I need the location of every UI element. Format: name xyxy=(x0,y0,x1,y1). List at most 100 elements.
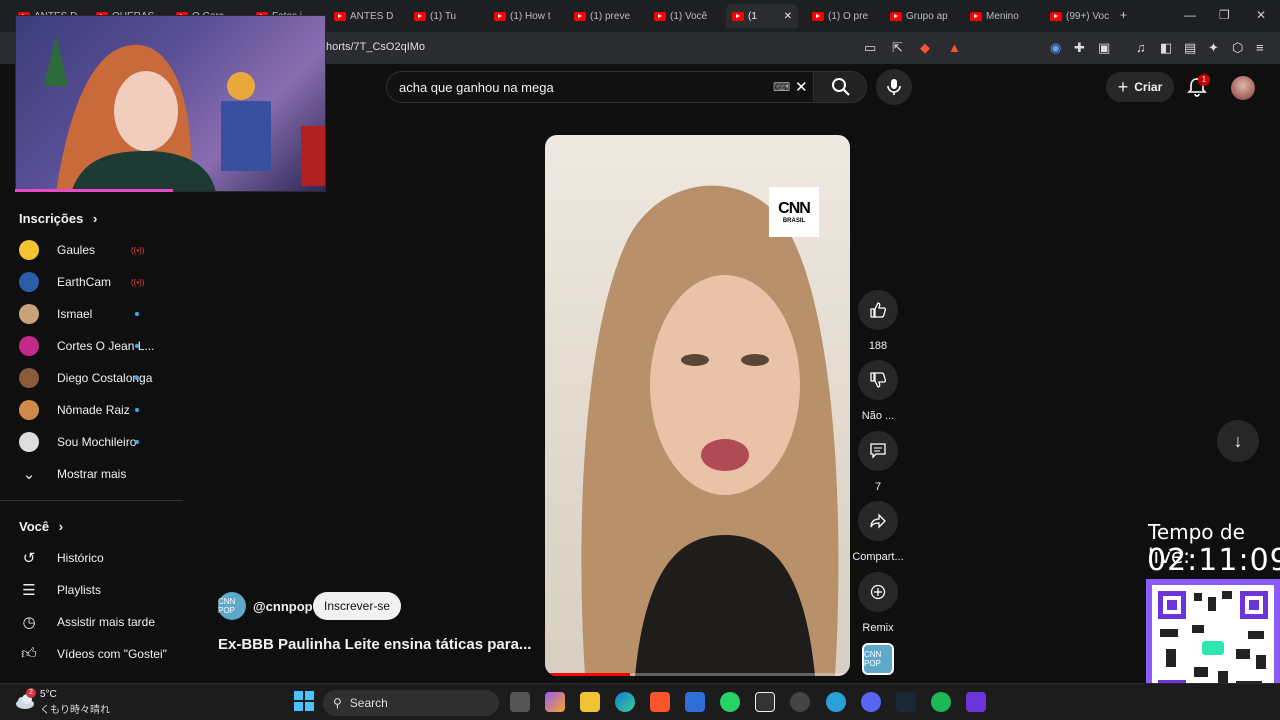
new-tab-button[interactable]: + xyxy=(1120,8,1127,22)
voice-search-button[interactable] xyxy=(876,69,912,105)
sidebar-item-playlists[interactable]: ☰ Playlists xyxy=(19,578,169,602)
sidebar-subscription-item[interactable]: Ismael xyxy=(19,302,169,326)
audio-icon[interactable]: ◉ xyxy=(1050,40,1061,56)
share-action[interactable]: Compart... xyxy=(852,501,904,563)
browser-tab[interactable]: (1) preve xyxy=(568,4,642,28)
channel-name: Sou Mochileiro xyxy=(57,435,137,449)
cast-icon[interactable]: ▭ xyxy=(864,40,876,56)
channel-avatar xyxy=(19,432,39,452)
keyboard-icon[interactable]: ⌨ xyxy=(773,80,790,94)
capcut-icon[interactable] xyxy=(755,692,775,712)
create-button[interactable]: + Criar xyxy=(1106,72,1174,102)
sidebar-subscription-item[interactable]: Sou Mochileiro xyxy=(19,430,169,454)
leo-ai-icon[interactable]: ✦ xyxy=(1208,40,1219,56)
weather-description: くもり時々晴れ xyxy=(40,705,110,716)
browser-tab[interactable]: (1) Você xyxy=(648,4,722,28)
share-icon[interactable]: ⇱ xyxy=(892,40,903,56)
edge-icon[interactable] xyxy=(615,692,635,712)
vpn-icon[interactable]: ⬡ xyxy=(1232,40,1243,56)
browser-tab[interactable]: (1) Tu xyxy=(408,4,482,28)
sidebar-subscription-item[interactable]: Diego Costalonga xyxy=(19,366,169,390)
remix-action[interactable]: Remix xyxy=(858,572,898,634)
comments-action[interactable]: 7 xyxy=(858,431,898,493)
comment-icon xyxy=(870,443,886,459)
remix-button[interactable] xyxy=(858,572,898,612)
channel-name[interactable]: @cnnpop xyxy=(253,599,313,614)
restore-icon[interactable]: ❐ xyxy=(1219,8,1230,22)
sidebar-subscription-item[interactable]: EarthCam xyxy=(19,270,169,294)
notifications-button[interactable]: 1 xyxy=(1186,74,1210,103)
copilot-icon[interactable] xyxy=(545,692,565,712)
browser-tab[interactable]: (99+) Voc xyxy=(1044,4,1118,28)
streamer-app-icon[interactable] xyxy=(966,692,986,712)
clear-search-icon[interactable]: ✕ xyxy=(795,78,808,96)
next-short-button[interactable]: ↓ xyxy=(1217,420,1259,462)
browser-tab[interactable]: Menino xyxy=(964,4,1038,28)
channel-avatar xyxy=(19,368,39,388)
whatsapp-icon[interactable] xyxy=(720,692,740,712)
weather-temperature: 5°C xyxy=(40,689,57,700)
windows-start-icon[interactable] xyxy=(294,691,314,711)
dislike-button[interactable] xyxy=(858,360,898,400)
tab-label: (1) O pre xyxy=(828,10,869,22)
discord-icon[interactable] xyxy=(861,692,881,712)
brave-shield-icon[interactable]: ◆ xyxy=(920,40,930,56)
close-tab-icon[interactable]: ✕ xyxy=(784,11,792,22)
sidebar-item-liked-videos[interactable]: 👍︎ Vídeos com "Gostei" xyxy=(19,642,169,666)
obs-icon[interactable] xyxy=(790,692,810,712)
account-avatar[interactable] xyxy=(1231,76,1255,100)
short-title[interactable]: Ex-BBB Paulinha Leite ensina táticas par… xyxy=(218,636,531,653)
steam-icon[interactable] xyxy=(896,692,916,712)
wallet-icon[interactable]: ▤ xyxy=(1184,40,1196,56)
channel-avatar[interactable]: CNN POP xyxy=(218,592,246,620)
short-video-player[interactable]: CNN BRASIL xyxy=(545,135,850,676)
sidebar-subscription-item[interactable]: Gaules xyxy=(19,238,169,262)
search-button[interactable] xyxy=(813,71,867,103)
browser-tab[interactable]: (1) O pre xyxy=(806,4,880,28)
music-icon[interactable]: ♫ xyxy=(1136,40,1146,55)
url-field[interactable]: horts/7T_CsO2qIMo xyxy=(326,41,425,53)
browser-tab[interactable]: (1) How t xyxy=(488,4,562,28)
extensions-icon[interactable]: ✚ xyxy=(1074,40,1085,56)
show-more-button[interactable]: ⌄ Mostrar mais xyxy=(19,462,169,486)
microphone-icon xyxy=(887,79,901,95)
new-content-dot xyxy=(135,312,139,316)
brave-icon[interactable] xyxy=(650,692,670,712)
store-icon[interactable] xyxy=(685,692,705,712)
channel-name: Nômade Raiz xyxy=(57,403,130,417)
spotify-icon[interactable] xyxy=(931,692,951,712)
minimize-icon[interactable]: — xyxy=(1184,8,1196,22)
comments-button[interactable] xyxy=(858,431,898,471)
sound-source-thumbnail[interactable]: CNN POP xyxy=(862,643,894,675)
close-window-icon[interactable]: ✕ xyxy=(1256,8,1266,22)
video-progress-bar[interactable] xyxy=(545,673,850,676)
browser-tab[interactable]: ANTES D xyxy=(328,4,402,28)
file-explorer-icon[interactable] xyxy=(580,692,600,712)
share-button[interactable] xyxy=(858,501,898,541)
search-input[interactable]: acha que ganhou na mega ⌨ ✕ xyxy=(386,71,814,103)
channel-avatar xyxy=(19,336,39,356)
sidebar-subscription-item[interactable]: Nômade Raiz xyxy=(19,398,169,422)
you-heading[interactable]: Você › xyxy=(19,519,63,534)
dislike-label: Não ... xyxy=(861,410,895,422)
dislike-action[interactable]: Não ... xyxy=(858,360,898,422)
sidebar-item-history[interactable]: ↺ Histórico xyxy=(19,546,169,570)
task-view-icon[interactable] xyxy=(510,692,530,712)
sidebar-icon[interactable]: ◧ xyxy=(1160,40,1172,56)
like-action[interactable]: 188 xyxy=(858,290,898,352)
browser-tab[interactable]: Grupo ap xyxy=(884,4,958,28)
telegram-icon[interactable] xyxy=(826,692,846,712)
sidebar-item-watch-later[interactable]: ◷ Assistir mais tarde xyxy=(19,610,169,634)
tab-favicon-icon xyxy=(414,11,426,21)
weather-widget[interactable]: 2 xyxy=(14,688,36,712)
taskbar-search[interactable]: ⚲ Search xyxy=(323,690,499,716)
sidebar-subscription-item[interactable]: Cortes O Jean L... xyxy=(19,334,169,358)
screenshot-icon[interactable]: ▣ xyxy=(1098,40,1110,56)
subscriptions-heading[interactable]: Inscrições › xyxy=(19,211,97,226)
browser-tab[interactable]: (1 ✕ xyxy=(726,4,798,28)
tab-favicon-icon xyxy=(812,11,824,21)
menu-icon[interactable]: ≡ xyxy=(1256,40,1264,55)
brave-rewards-icon[interactable]: ▲ xyxy=(948,40,961,55)
subscribe-button[interactable]: Inscrever-se xyxy=(313,592,401,620)
like-button[interactable] xyxy=(858,290,898,330)
